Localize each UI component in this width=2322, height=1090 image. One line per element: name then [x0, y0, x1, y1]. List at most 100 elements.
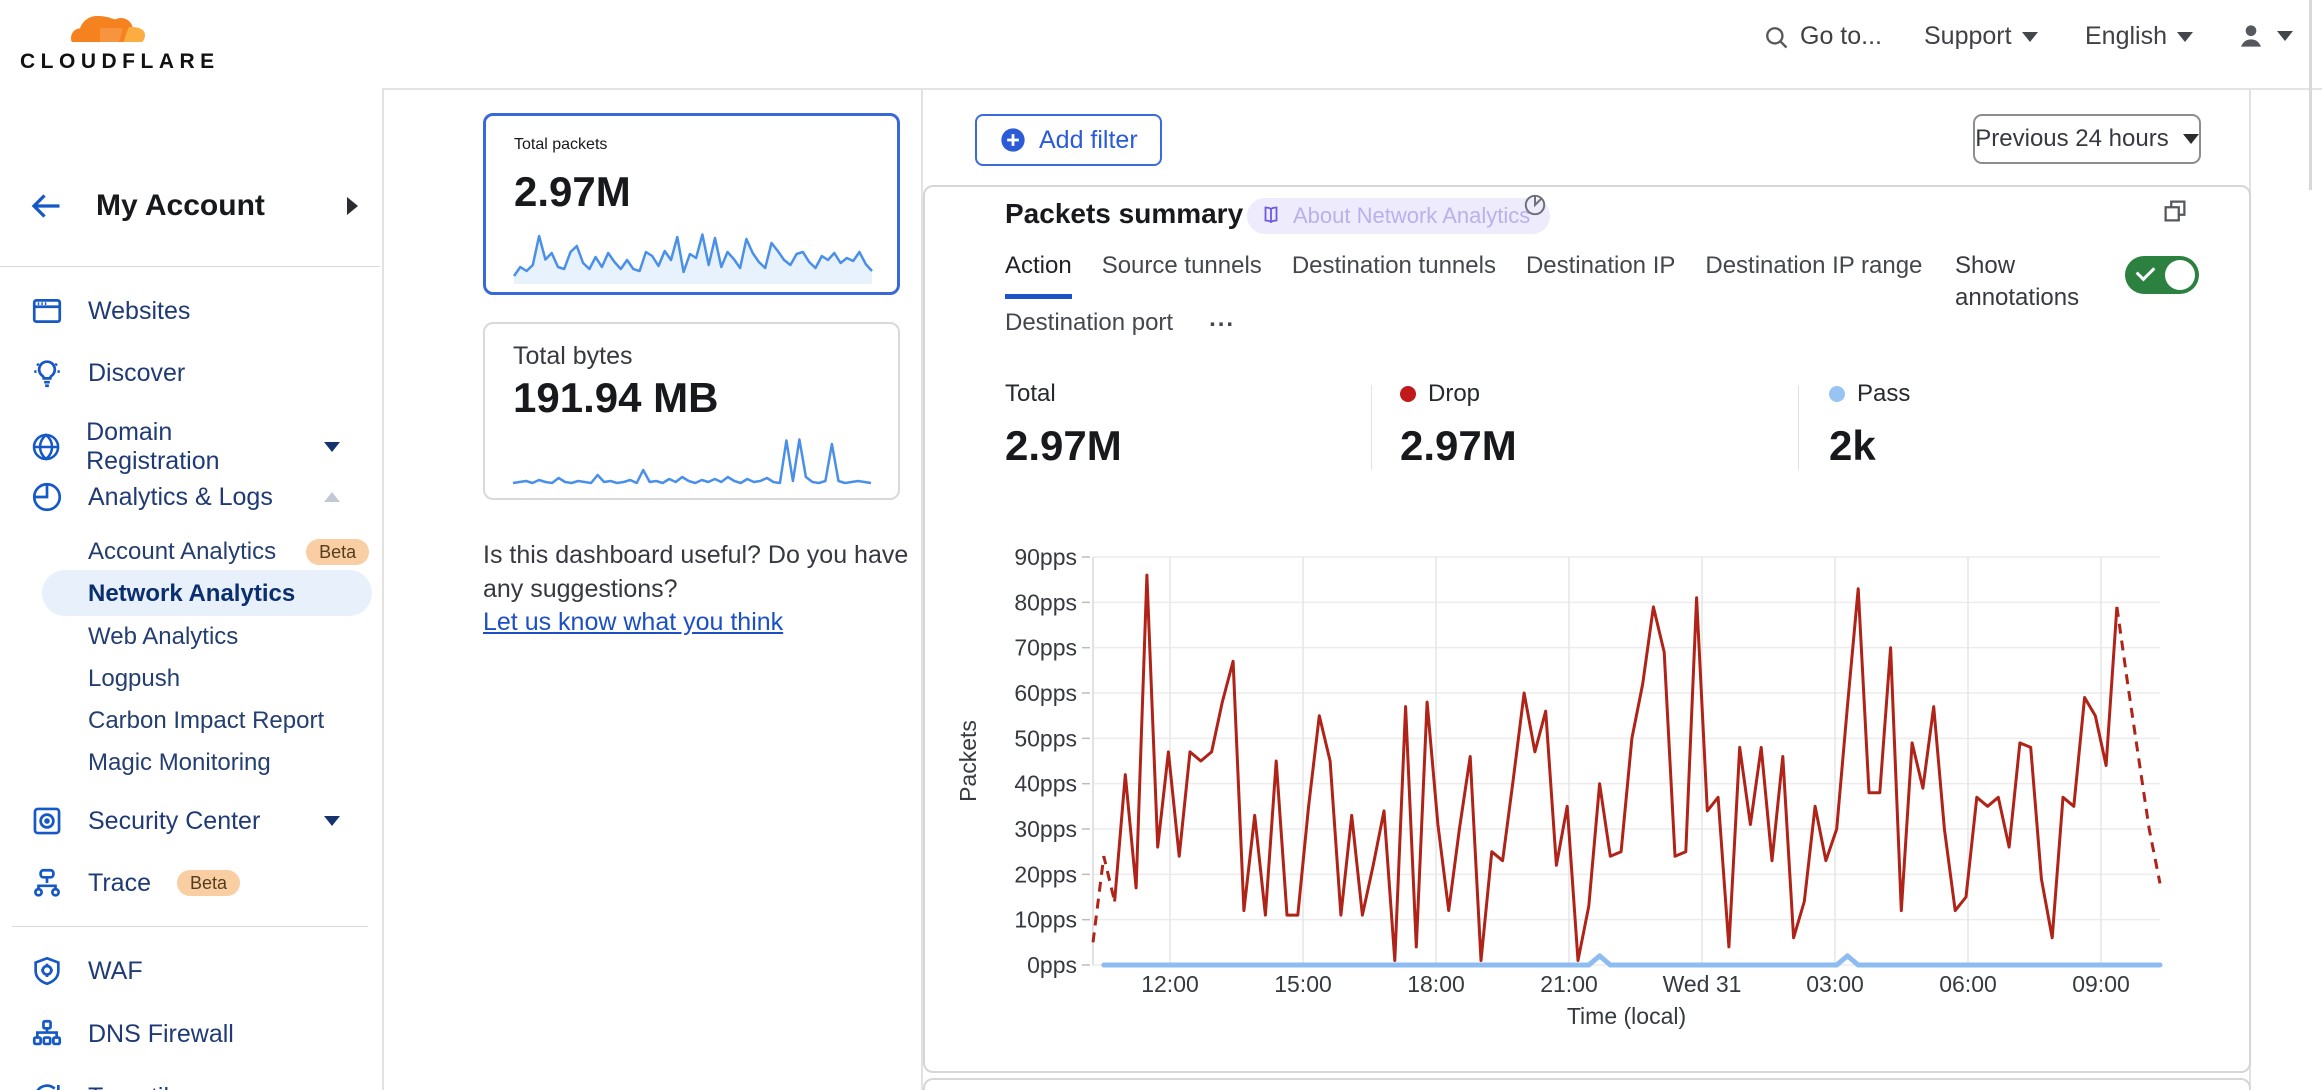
sidebar-item-label: Network Analytics: [88, 580, 295, 608]
sidebar-item-label: Web Analytics: [88, 623, 238, 651]
svg-text:Time (local): Time (local): [1567, 1003, 1686, 1029]
sidebar-item-label: Logpush: [88, 665, 180, 693]
tab-action[interactable]: Action: [1005, 252, 1072, 299]
tab-destination-port[interactable]: Destination port: [1005, 309, 1173, 351]
svg-text:90pps: 90pps: [1014, 544, 1077, 570]
show-annotations-label: Show annotations: [1955, 250, 2125, 314]
svg-text:09:00: 09:00: [2072, 971, 2130, 997]
support-menu[interactable]: Support: [1924, 22, 2038, 51]
cloudflare-logo[interactable]: CLOUDFLARE: [20, 8, 190, 74]
sidebar-item-web-analytics[interactable]: Web Analytics: [88, 623, 378, 651]
sidebar-header: My Account: [28, 188, 358, 224]
account-title: My Account: [96, 189, 265, 223]
chevron-down-icon: [324, 442, 340, 452]
goto-search[interactable]: Go to...: [1762, 22, 1882, 51]
show-annotations-toggle[interactable]: [2125, 256, 2199, 294]
sidebar-item-account-analytics[interactable]: Account Analytics Beta: [88, 538, 378, 566]
chevron-right-icon[interactable]: [347, 197, 358, 215]
safe-icon: [30, 804, 64, 838]
svg-text:12:00: 12:00: [1141, 971, 1199, 997]
globe-icon: [30, 430, 62, 464]
beta-badge: Beta: [306, 539, 369, 565]
top-nav: CLOUDFLARE Go to... Support English: [0, 0, 2322, 90]
chevron-down-icon: [2177, 32, 2193, 42]
back-arrow-icon[interactable]: [28, 188, 64, 224]
cloudflare-dashboard: CLOUDFLARE Go to... Support English: [0, 0, 2322, 1090]
stat-divider: [1371, 385, 1372, 470]
sidebar-item-dns-firewall[interactable]: DNS Firewall: [30, 1017, 360, 1051]
sidebar-item-label: Magic Monitoring: [88, 749, 271, 777]
feedback-link[interactable]: Let us know what you think: [483, 608, 783, 637]
chevron-down-icon: [2022, 32, 2038, 42]
svg-text:Wed 31: Wed 31: [1663, 971, 1742, 997]
sidebar-item-turnstile[interactable]: Turnstile: [30, 1080, 360, 1090]
stat-value: 2.97M: [1005, 422, 1122, 470]
card-value: 191.94 MB: [513, 374, 718, 422]
svg-text:50pps: 50pps: [1014, 725, 1077, 751]
check-icon: [2136, 262, 2156, 282]
account-menu[interactable]: [2235, 20, 2293, 52]
time-range-dropdown[interactable]: Previous 24 hours: [1973, 114, 2201, 164]
svg-text:03:00: 03:00: [1806, 971, 1864, 997]
sidebar-item-analytics-logs[interactable]: Analytics & Logs: [30, 480, 360, 514]
stat-value: 2.97M: [1400, 422, 1517, 470]
cloudflare-wordmark: CLOUDFLARE: [20, 50, 190, 74]
goto-label: Go to...: [1800, 22, 1882, 51]
panel-title: Packets summary: [1005, 198, 1243, 230]
tab-destination-tunnels[interactable]: Destination tunnels: [1292, 252, 1496, 299]
sidebar-item-domain-registration[interactable]: Domain Registration: [30, 418, 360, 476]
add-filter-button[interactable]: Add filter: [975, 114, 1162, 166]
svg-text:60pps: 60pps: [1014, 680, 1077, 706]
language-label: English: [2085, 22, 2167, 51]
sidebar-item-label: Account Analytics: [88, 538, 276, 566]
more-tabs-ellipsis[interactable]: ...: [1209, 305, 1235, 355]
pie-chart-icon[interactable]: [1522, 192, 1548, 218]
cloudflare-cloud-icon: [59, 8, 151, 50]
sidebar-item-waf[interactable]: WAF: [30, 954, 360, 988]
total-packets-card[interactable]: Total packets 2.97M: [483, 113, 900, 295]
tab-destination-ip-range[interactable]: Destination IP range: [1705, 252, 1922, 299]
sidebar-item-websites[interactable]: Websites: [30, 294, 360, 328]
pie-chart-icon: [30, 480, 64, 514]
trace-flow-icon: [30, 866, 64, 900]
sidebar-item-trace[interactable]: Trace Beta: [30, 866, 360, 900]
toggle-knob: [2165, 260, 2195, 290]
tab-bar-row2: Destination port ...: [1005, 305, 1235, 355]
add-filter-label: Add filter: [1039, 126, 1138, 155]
card-value: 2.97M: [514, 168, 631, 216]
svg-text:06:00: 06:00: [1939, 971, 1997, 997]
chevron-down-icon: [2183, 134, 2199, 144]
tab-destination-ip[interactable]: Destination IP: [1526, 252, 1675, 299]
stat-dot-1: [1400, 386, 1416, 402]
packets-time-series-chart[interactable]: 0pps10pps20pps30pps40pps50pps60pps70pps8…: [930, 540, 2252, 1040]
sidebar-item-discover[interactable]: Discover: [30, 356, 360, 390]
sidebar-item-label: Carbon Impact Report: [88, 707, 324, 735]
sidebar-item-label: WAF: [88, 957, 143, 986]
stat-total: Total 2.97M: [1005, 380, 1122, 470]
sidebar-item-label: Domain Registration: [86, 418, 300, 476]
sidebar-item-security-center[interactable]: Security Center: [30, 804, 360, 838]
stat-pass: Pass 2k: [1829, 380, 1910, 470]
feedback-question: Is this dashboard useful? Do you have an…: [483, 538, 913, 606]
svg-text:18:00: 18:00: [1407, 971, 1465, 997]
shield-gear-icon: [30, 954, 64, 988]
scrollbar[interactable]: [2309, 0, 2312, 190]
language-menu[interactable]: English: [2085, 22, 2193, 51]
about-network-analytics-badge[interactable]: About Network Analytics: [1247, 198, 1550, 234]
svg-text:30pps: 30pps: [1014, 816, 1077, 842]
total-bytes-sparkline: [510, 434, 874, 492]
expand-icon[interactable]: [2160, 196, 2190, 226]
sidebar-item-magic-monitoring[interactable]: Magic Monitoring: [88, 749, 378, 777]
divider: [0, 266, 380, 267]
sidebar-item-carbon-impact-report[interactable]: Carbon Impact Report: [88, 707, 378, 735]
sidebar-item-logpush[interactable]: Logpush: [88, 665, 378, 693]
sidebar-item-network-analytics[interactable]: Network Analytics: [88, 580, 378, 608]
total-bytes-card[interactable]: Total bytes 191.94 MB: [483, 322, 900, 500]
plus-circle-icon: [999, 126, 1027, 154]
sidebar-item-label: Trace: [88, 869, 151, 898]
feedback-block: Is this dashboard useful? Do you have an…: [483, 538, 900, 658]
sidebar-item-label: DNS Firewall: [88, 1020, 234, 1049]
sidebar-item-label: Security Center: [88, 807, 260, 836]
tab-source-tunnels[interactable]: Source tunnels: [1102, 252, 1262, 299]
chevron-down-icon: [2277, 31, 2293, 41]
